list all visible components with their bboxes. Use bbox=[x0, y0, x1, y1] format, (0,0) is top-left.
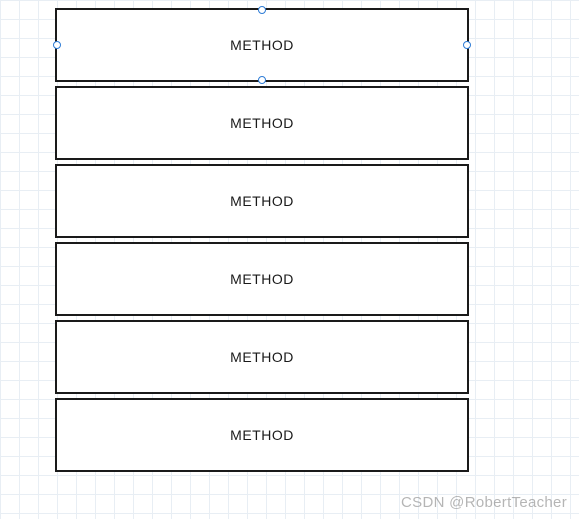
method-box[interactable]: METHOD bbox=[55, 320, 469, 394]
method-label: METHOD bbox=[230, 427, 294, 443]
selection-handle-bottom[interactable] bbox=[258, 76, 266, 84]
method-box[interactable]: METHOD bbox=[55, 8, 469, 82]
selection-handle-right[interactable] bbox=[463, 41, 471, 49]
method-stack-diagram: METHOD METHOD METHOD METHOD METHOD METHO… bbox=[55, 8, 469, 476]
watermark: CSDN @RobertTeacher bbox=[401, 494, 567, 511]
method-box[interactable]: METHOD bbox=[55, 242, 469, 316]
method-label: METHOD bbox=[230, 115, 294, 131]
selection-handle-left[interactable] bbox=[53, 41, 61, 49]
method-box[interactable]: METHOD bbox=[55, 86, 469, 160]
method-box[interactable]: METHOD bbox=[55, 398, 469, 472]
method-label: METHOD bbox=[230, 193, 294, 209]
method-label: METHOD bbox=[230, 37, 294, 53]
method-box[interactable]: METHOD bbox=[55, 164, 469, 238]
method-label: METHOD bbox=[230, 271, 294, 287]
method-label: METHOD bbox=[230, 349, 294, 365]
selection-handle-top[interactable] bbox=[258, 6, 266, 14]
